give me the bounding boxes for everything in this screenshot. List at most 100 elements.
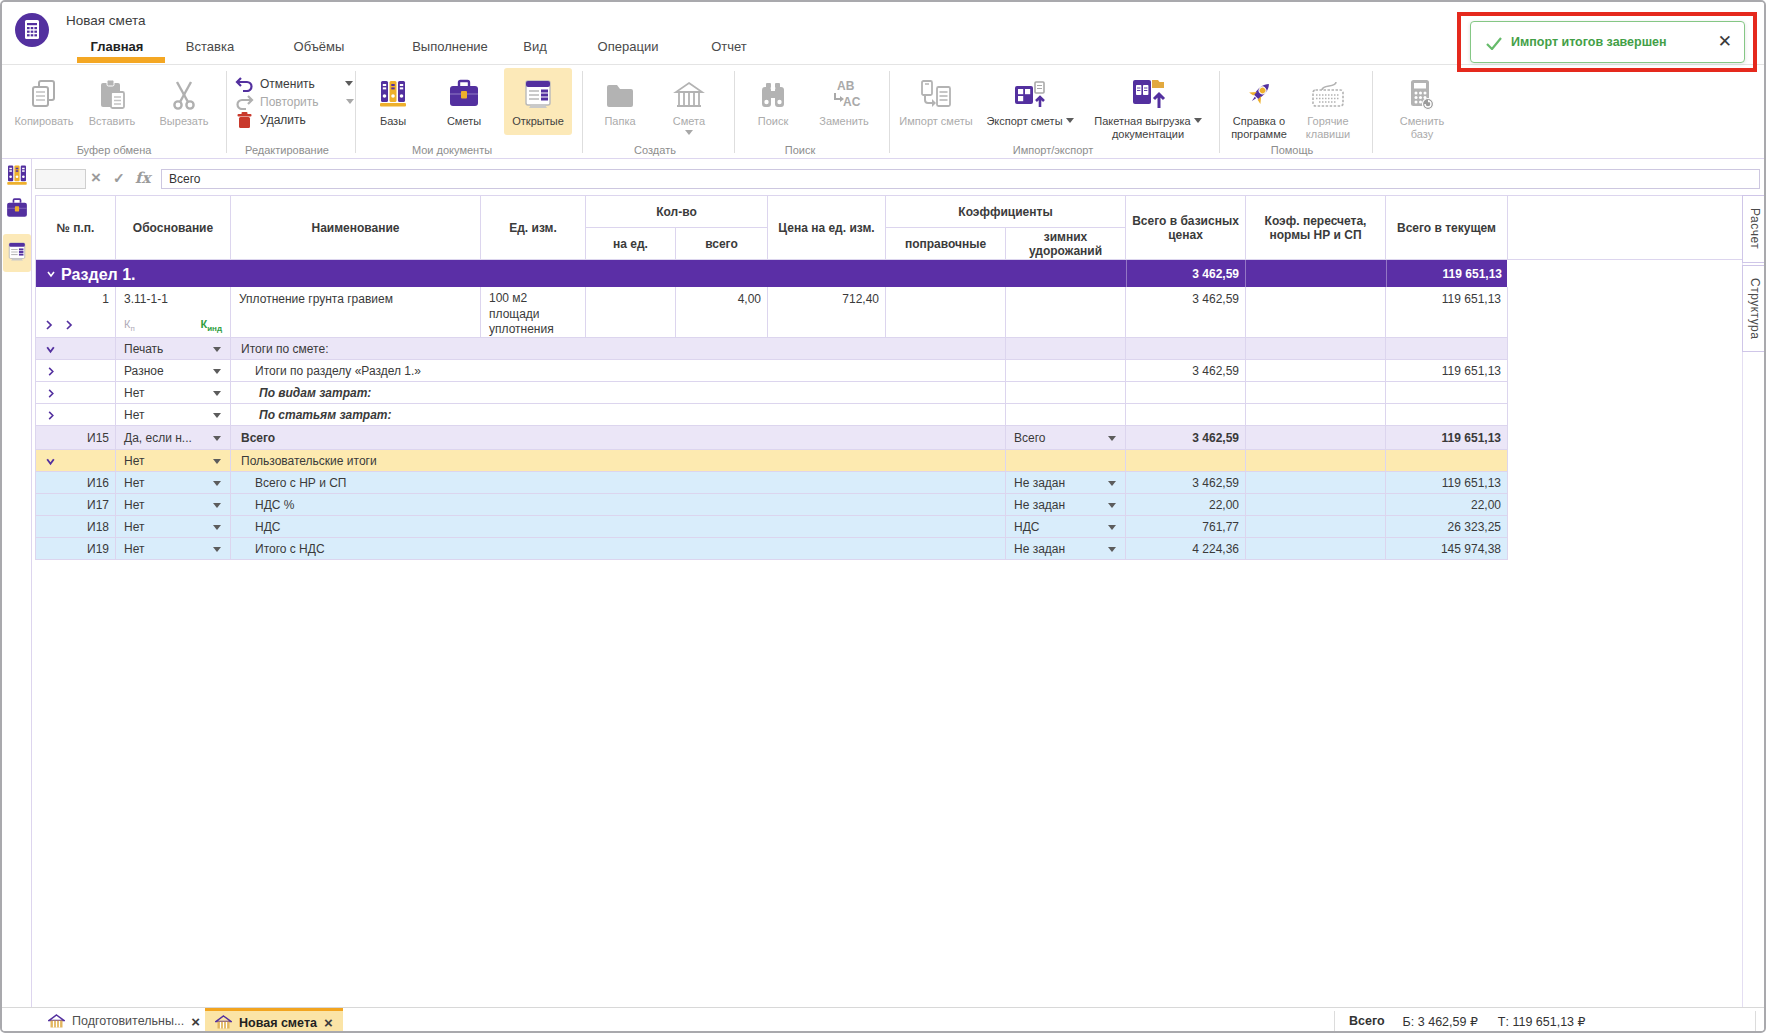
col-header-qty[interactable]: Кол-во [586,195,768,228]
col-header-price[interactable]: Цена на ед. изм. [768,195,886,260]
new-estimate-button[interactable]: Смета [662,72,716,135]
col-header-unit[interactable]: Ед. изм. [481,195,586,260]
summary-row[interactable]: Нет По статьям затрат: [35,404,1507,426]
collapse-icon[interactable] [45,456,56,467]
menu-tab-operacii[interactable]: Операции [598,39,659,54]
summary-row[interactable]: Печать Итоги по смете: [35,338,1507,360]
sidebar-estimates-icon[interactable] [5,196,29,222]
summary-row[interactable]: И18 Нет НДС НДС 761,77 26 323,25 [35,516,1507,538]
summary-row[interactable]: И15 Да, если н... Всего Всего 3 462,59 1… [35,426,1507,450]
search-button[interactable]: Поиск [747,72,799,128]
expand-icon[interactable] [46,388,56,399]
change-database-button[interactable]: Сменитьбазу [1394,72,1450,140]
delete-button[interactable]: Удалить [235,111,306,128]
menu-tab-obyomy[interactable]: Объёмы [294,39,345,54]
print-mode-dropdown[interactable]: Да, если н... [116,426,231,450]
redo-button[interactable]: Повторить [235,93,354,110]
menu-tab-vstavka[interactable]: Вставка [186,39,234,54]
expand-icon[interactable] [46,410,56,421]
print-mode-dropdown[interactable]: Нет [116,404,231,426]
dropdown-arrow-icon [1108,481,1116,486]
row-total-cur: 22,00 [1386,494,1508,516]
col-header-name[interactable]: Наименование [231,195,481,260]
col-header-justification[interactable]: Обоснование [116,195,231,260]
item-kind-coef[interactable]: Кинд [200,318,222,333]
col-header-qty-total[interactable]: всего [676,227,768,260]
confirm-formula-icon[interactable]: ✓ [113,167,125,189]
close-tab-icon[interactable]: × [191,1014,200,1029]
col-header-coef-adj[interactable]: поправочные [886,227,1006,260]
col-header-num[interactable]: № п.п. [36,195,116,260]
print-mode-dropdown[interactable]: Нет [116,450,231,472]
col-header-total-base[interactable]: Всего в базисных ценах [1126,195,1246,260]
type-dropdown[interactable]: Не задан [1006,472,1126,494]
sidebar-opened-icon[interactable] [6,238,28,266]
item-expand-icon-1[interactable] [44,319,54,331]
menu-tab-otchet[interactable]: Отчет [711,39,747,54]
expand-icon[interactable] [46,366,56,377]
col-header-coef[interactable]: Коэффициенты [886,195,1126,228]
item-row[interactable]: 1 3.11-1-1 Кп Кинд Уплотнение грунта гра… [35,287,1507,338]
menu-tab-vid[interactable]: Вид [523,39,547,54]
col-header-recalc[interactable]: Коэф. пересчета, нормы НР и СП [1246,195,1386,260]
bases-button[interactable]: Базы [365,72,421,128]
cell-reference-input[interactable] [35,169,86,189]
summary-row[interactable]: Разное Итоги по разделу «Раздел 1.» 3 46… [35,360,1507,382]
undo-button[interactable]: Отменить [235,75,353,92]
print-mode-dropdown[interactable]: Печать [116,338,231,360]
summary-row[interactable]: И19 Нет Итого с НДС Не задан 4 224,36 14… [35,538,1507,560]
formula-input[interactable]: Всего [161,169,1760,189]
active-tab-underline [77,57,165,63]
toast-close-icon[interactable]: ✕ [1718,32,1732,52]
type-dropdown[interactable]: Не задан [1006,494,1126,516]
cancel-formula-icon[interactable]: × [91,167,101,189]
item-expand-icon-2[interactable] [64,319,74,331]
section-total-cur: 119 651,13 [1386,260,1508,287]
estimates-button[interactable]: Сметы [436,72,492,128]
row-total-base: 22,00 [1126,494,1246,516]
side-tab-calc[interactable]: Расчет [1742,195,1766,263]
close-tab-icon[interactable]: × [324,1015,333,1030]
summary-row[interactable]: Нет По видам затрат: [35,382,1507,404]
col-header-coef-winter[interactable]: зимних удорожаний [1006,227,1126,260]
sidebar-bases-icon[interactable] [5,162,29,190]
section-collapse-icon[interactable] [46,269,56,279]
print-mode-dropdown[interactable]: Нет [116,472,231,494]
print-mode-dropdown[interactable]: Нет [116,538,231,560]
col-header-qty-per[interactable]: на ед. [586,227,676,260]
col-header-total-cur[interactable]: Всего в текущем [1386,195,1508,260]
side-tab-structure[interactable]: Структура [1742,265,1766,352]
copy-button[interactable]: Копировать [14,72,74,128]
print-mode-dropdown[interactable]: Нет [116,494,231,516]
replace-button[interactable]: AB AC Заменить [812,72,876,128]
summary-row[interactable]: И17 Нет НДС % Не задан 22,00 22,00 [35,494,1507,516]
opened-button[interactable]: Открытые [504,72,572,128]
document-tab-1[interactable]: Подготовительны... × [38,1008,210,1033]
cut-button[interactable]: Вырезать [154,72,214,128]
binoculars-icon [747,72,799,112]
collapse-icon[interactable] [45,344,56,355]
import-estimate-button[interactable]: Импорт сметы [897,72,975,128]
type-dropdown[interactable]: Всего [1006,426,1126,450]
type-dropdown[interactable]: НДС [1006,516,1126,538]
item-kp-coef[interactable]: Кп [124,318,135,333]
document-tab-2-active[interactable]: Новая смета × [205,1008,343,1033]
type-dropdown[interactable]: Не задан [1006,538,1126,560]
menu-tab-vypolnenie[interactable]: Выполнение [412,39,488,54]
export-estimate-button[interactable]: Экспорт сметы [977,72,1083,128]
print-mode-dropdown[interactable]: Разное [116,360,231,382]
paste-button[interactable]: Вставить [86,72,138,128]
hotkeys-button[interactable]: Горячиеклавиши [1298,72,1358,140]
summary-row[interactable]: И16 Нет Всего с НР и СП Не задан 3 462,5… [35,472,1507,494]
new-folder-button[interactable]: Папка [594,72,646,128]
help-about-button[interactable]: Справка опрограмме [1230,72,1288,140]
function-icon[interactable]: fx [135,167,150,189]
print-mode-dropdown[interactable]: Нет [116,516,231,538]
row-total-cur [1386,404,1508,426]
menu-tab-glavnaya[interactable]: Главная [91,39,144,54]
print-mode-dropdown[interactable]: Нет [116,382,231,404]
summary-row[interactable]: Нет Пользовательские итоги [35,450,1507,472]
batch-export-button[interactable]: Пакетная выгрузка документации [1084,72,1212,140]
status-base-value: Б: 3 462,59 ₽ [1403,1014,1478,1029]
section-row[interactable]: Раздел 1. 3 462,59 119 651,13 [35,260,1507,287]
